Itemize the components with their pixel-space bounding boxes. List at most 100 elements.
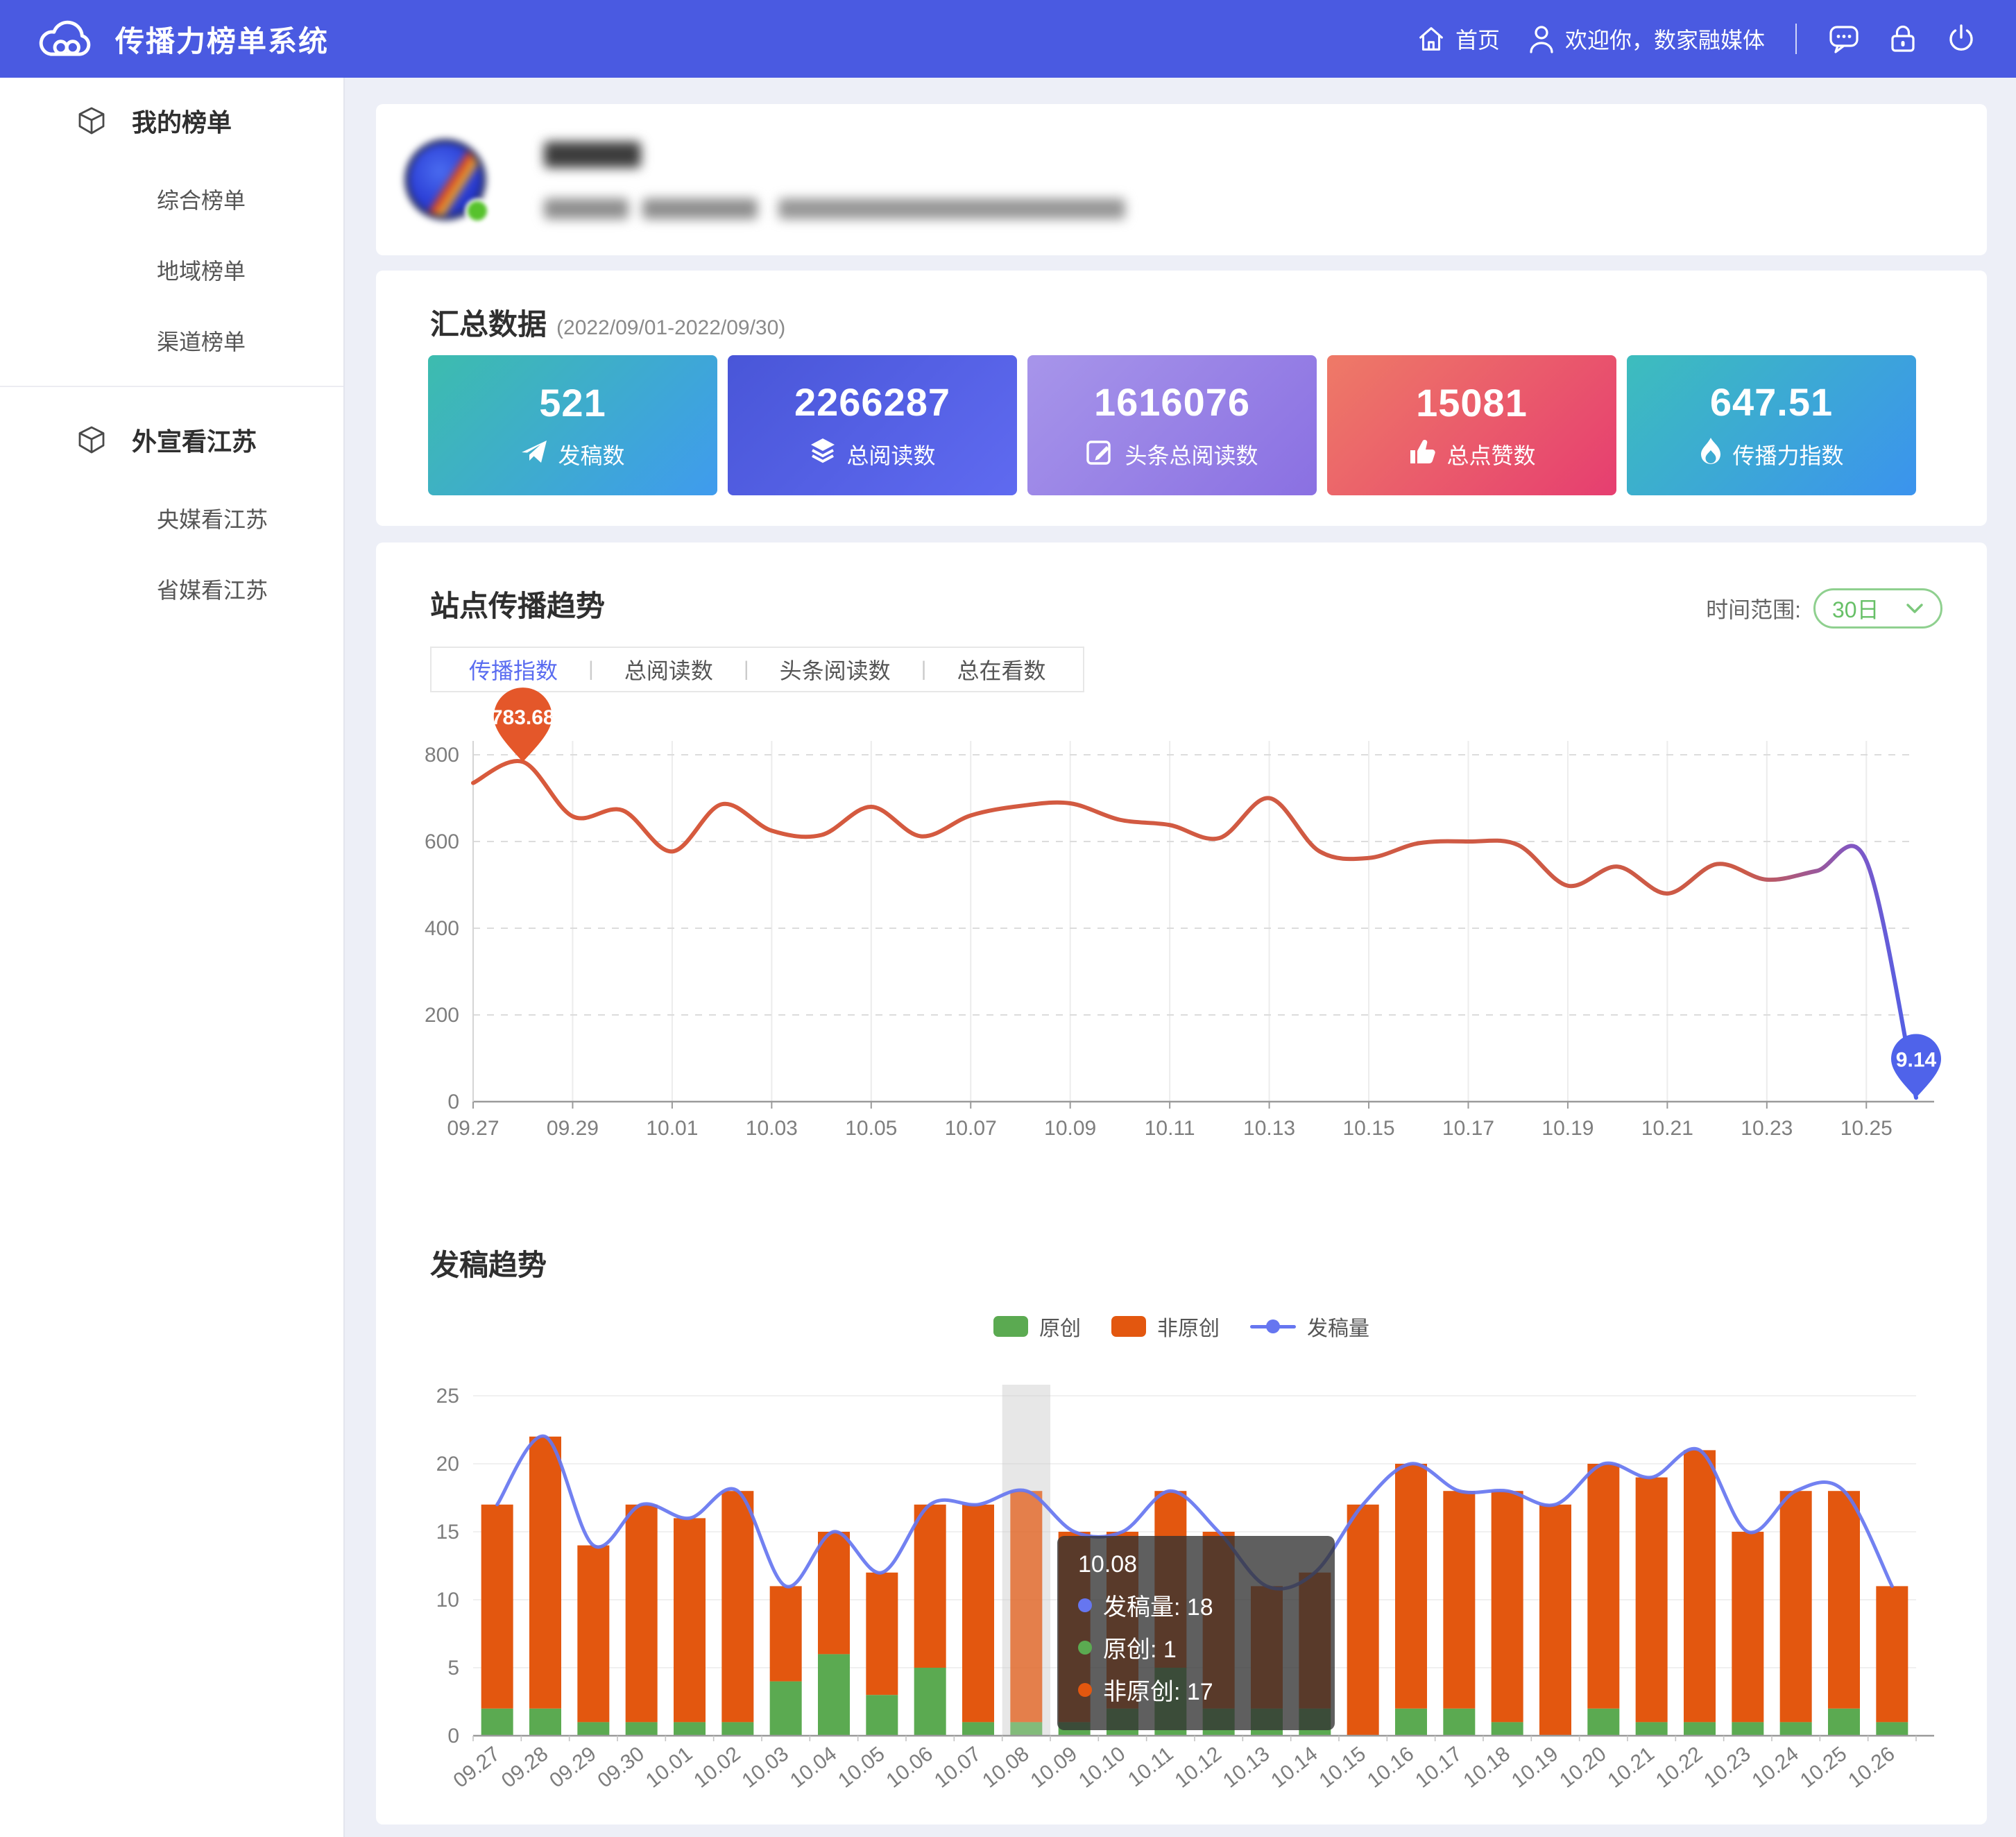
- series-dot-icon: [1078, 1683, 1092, 1697]
- redacted-description: [642, 198, 758, 219]
- metric-tab[interactable]: 传播指数: [438, 653, 588, 685]
- svg-text:10.15: 10.15: [1342, 1117, 1394, 1140]
- stat-value: 15081: [1416, 380, 1528, 425]
- site-trend-chart[interactable]: 020040060080009.2709.2910.0110.0310.0510…: [404, 685, 1958, 1171]
- sidebar-group[interactable]: 外宣看江苏: [0, 397, 343, 483]
- svg-text:10.13: 10.13: [1219, 1743, 1274, 1793]
- profile-card: [376, 104, 1987, 255]
- metric-tab[interactable]: 总阅读数: [594, 653, 744, 685]
- svg-text:10.03: 10.03: [746, 1117, 798, 1140]
- legend-label: 非原创: [1157, 1311, 1220, 1342]
- home-icon: [1415, 23, 1447, 55]
- stat-card: 647.51 传播力指数: [1627, 355, 1916, 495]
- svg-text:10.09: 10.09: [1044, 1117, 1096, 1140]
- welcome-text: 欢迎你，数家融媒体: [1565, 23, 1765, 55]
- svg-text:600: 600: [425, 830, 459, 853]
- tab-divider: |: [744, 658, 749, 681]
- svg-text:10.07: 10.07: [930, 1743, 985, 1793]
- power-icon: [1945, 22, 1977, 55]
- stat-label: 头条总阅读数: [1125, 438, 1258, 470]
- legend-swatch-line: [1250, 1316, 1296, 1337]
- svg-text:10.25: 10.25: [1796, 1743, 1851, 1793]
- svg-text:10.17: 10.17: [1442, 1117, 1494, 1140]
- summary-title: 汇总数据(2022/09/01-2022/09/30): [430, 301, 785, 343]
- user-icon: [1526, 23, 1557, 55]
- edit-square-icon: [1086, 437, 1115, 472]
- stat-label: 传播力指数: [1732, 438, 1843, 470]
- sidebar-group[interactable]: 我的榜单: [0, 78, 343, 164]
- legend-item[interactable]: 非原创: [1111, 1311, 1220, 1342]
- redacted-description: [544, 198, 629, 219]
- cube-icon: [76, 105, 107, 136]
- sidebar-item[interactable]: 省媒看江苏: [0, 554, 343, 624]
- tooltip-row-text: 发稿量: 18: [1103, 1588, 1213, 1622]
- stat-card: 2266287 总阅读数: [728, 355, 1017, 495]
- top-navbar: 传播力榜单系统 首页 欢迎你，数家融媒体: [0, 0, 2016, 78]
- svg-text:10.26: 10.26: [1844, 1743, 1899, 1793]
- sidebar-item[interactable]: 综合榜单: [0, 164, 343, 234]
- redacted-account-name: [544, 142, 641, 168]
- tab-divider: |: [588, 658, 594, 681]
- chevron-down-icon: [1906, 602, 1924, 615]
- svg-text:09.29: 09.29: [547, 1117, 599, 1140]
- svg-text:10.08: 10.08: [978, 1743, 1033, 1793]
- nav-home-label: 首页: [1455, 23, 1500, 55]
- sidebar-item[interactable]: 央媒看江苏: [0, 483, 343, 554]
- svg-text:09.27: 09.27: [447, 1117, 499, 1140]
- site-trend-title: 站点传播趋势: [430, 583, 605, 625]
- logout-button[interactable]: [1945, 22, 1977, 55]
- page: 传播力榜单系统 首页 欢迎你，数家融媒体: [0, 0, 2016, 1837]
- summary-date-range: (2022/09/01-2022/09/30): [556, 316, 785, 339]
- time-range-select[interactable]: 30日: [1813, 588, 1942, 629]
- trends-card: 站点传播趋势 时间范围: 30日 传播指数|总阅读数|头条阅读数|总在看数 02…: [376, 542, 1987, 1825]
- svg-text:09.27: 09.27: [449, 1743, 504, 1793]
- svg-text:10.24: 10.24: [1748, 1743, 1802, 1793]
- svg-text:10.15: 10.15: [1315, 1743, 1369, 1793]
- time-range-value: 30日: [1832, 592, 1879, 624]
- svg-text:25: 25: [436, 1385, 459, 1408]
- svg-text:10.21: 10.21: [1641, 1117, 1693, 1140]
- app-logo: 传播力榜单系统: [36, 17, 329, 61]
- svg-text:10.11: 10.11: [1145, 1117, 1195, 1140]
- sidebar-item[interactable]: 地域榜单: [0, 234, 343, 305]
- verified-badge-icon: [465, 198, 490, 223]
- nav-home-button[interactable]: 首页: [1415, 23, 1500, 55]
- legend-item[interactable]: 原创: [993, 1311, 1081, 1342]
- chart-tooltip: 10.08 发稿量: 18 原创: 1 非原创: 17: [1057, 1536, 1335, 1730]
- sidebar-divider: [0, 386, 343, 387]
- legend-item[interactable]: 发稿量: [1250, 1311, 1369, 1342]
- metric-tab[interactable]: 总在看数: [926, 653, 1076, 685]
- svg-text:10.04: 10.04: [786, 1743, 841, 1793]
- svg-text:10.03: 10.03: [737, 1743, 792, 1793]
- svg-text:400: 400: [425, 917, 459, 940]
- svg-text:10.06: 10.06: [882, 1743, 937, 1793]
- flame-icon: [1699, 437, 1723, 472]
- stat-value: 1616076: [1094, 379, 1250, 425]
- svg-text:10.23: 10.23: [1700, 1743, 1754, 1793]
- svg-text:10.01: 10.01: [642, 1743, 697, 1793]
- paper-plane-icon: [520, 438, 548, 471]
- layers-icon: [809, 437, 837, 472]
- sidebar-group-label: 我的榜单: [132, 103, 232, 139]
- tooltip-row: 非原创: 17: [1078, 1673, 1314, 1707]
- lock-button[interactable]: [1887, 22, 1919, 55]
- svg-text:800: 800: [425, 744, 459, 767]
- svg-text:10.12: 10.12: [1170, 1743, 1225, 1793]
- sidebar-item[interactable]: 渠道榜单: [0, 305, 343, 376]
- svg-text:09.29: 09.29: [545, 1743, 600, 1793]
- message-button[interactable]: [1827, 22, 1861, 55]
- svg-text:0: 0: [447, 1725, 459, 1748]
- user-welcome[interactable]: 欢迎你，数家融媒体: [1526, 23, 1765, 55]
- sidebar: 我的榜单 综合榜单地域榜单渠道榜单 外宣看江苏 央媒看江苏省媒看江苏: [0, 78, 345, 1837]
- cube-icon: [76, 425, 107, 455]
- svg-text:10.16: 10.16: [1363, 1743, 1418, 1793]
- summary-card: 汇总数据(2022/09/01-2022/09/30) 521 发稿数 2266…: [376, 271, 1987, 526]
- metric-tab[interactable]: 头条阅读数: [749, 653, 921, 685]
- svg-text:10.13: 10.13: [1243, 1117, 1295, 1140]
- svg-text:10.11: 10.11: [1124, 1743, 1178, 1792]
- svg-text:10.21: 10.21: [1603, 1743, 1658, 1793]
- svg-text:20: 20: [436, 1453, 459, 1476]
- tooltip-title: 10.08: [1078, 1551, 1314, 1578]
- stat-card: 521 发稿数: [428, 355, 717, 495]
- svg-text:783.68: 783.68: [491, 706, 555, 729]
